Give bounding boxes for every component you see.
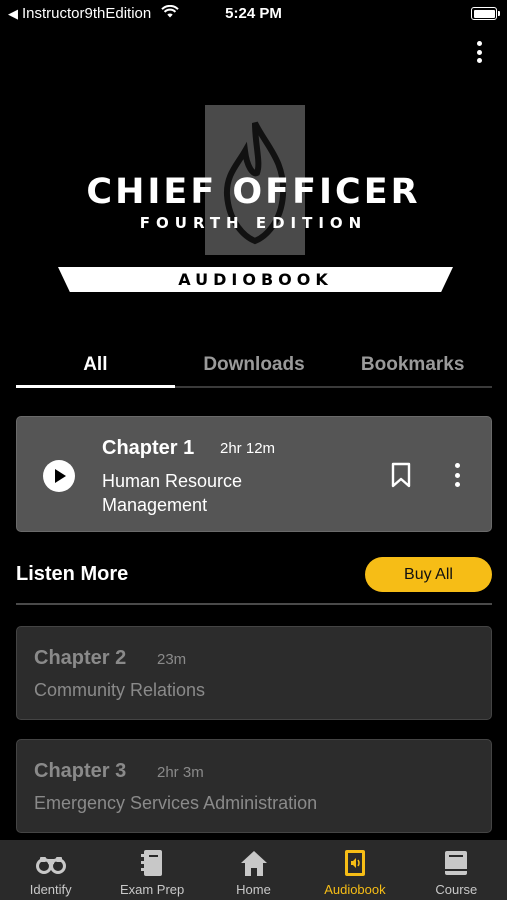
buy-all-button[interactable]: Buy All — [365, 557, 492, 592]
chapter-title: Emergency Services Administration — [34, 793, 318, 813]
chapter-card[interactable]: Chapter 2 23m Community Relations — [16, 626, 492, 720]
nav-label: Home — [236, 882, 271, 897]
bottom-nav: Identify Exam Prep Home Audiobook Course — [0, 840, 507, 900]
nav-label: Identify — [29, 882, 72, 897]
chapter-number: Chapter 3 — [34, 760, 127, 782]
home-icon — [240, 851, 267, 876]
play-button[interactable] — [43, 460, 75, 492]
chapter-card[interactable]: Chapter 3 2hr 3m Emergency Services Admi… — [16, 739, 492, 833]
now-playing-card[interactable]: Chapter 1 2hr 12m Human Resource Managem… — [16, 416, 492, 532]
audiobook-icon — [344, 850, 365, 876]
logo-banner: AUDIOBOOK — [58, 267, 453, 292]
nav-home[interactable]: Home — [203, 840, 304, 900]
nav-label: Exam Prep — [119, 882, 185, 897]
divider — [16, 603, 492, 605]
status-bar: ◀ Instructor9thEdition 5:24 PM — [0, 0, 507, 30]
chapter-options-icon[interactable] — [452, 463, 462, 487]
logo-banner-text: AUDIOBOOK — [178, 270, 333, 289]
tab-bar: All Downloads Bookmarks — [16, 350, 492, 388]
logo-title: CHIEF OFFICER — [86, 172, 421, 212]
notebook-icon — [141, 850, 163, 876]
bookmark-icon[interactable] — [391, 462, 411, 488]
listen-more-heading: Listen More — [16, 563, 129, 585]
tab-all[interactable]: All — [16, 350, 175, 388]
tab-downloads[interactable]: Downloads — [175, 350, 334, 386]
chapter-title: Human Resource Management — [102, 471, 243, 515]
battery-icon — [471, 7, 500, 20]
nav-label: Audiobook — [324, 882, 386, 897]
nav-audiobook[interactable]: Audiobook — [304, 840, 405, 900]
logo-subtitle: FOURTH EDITION — [139, 214, 368, 232]
chapter-number: Chapter 1 — [102, 437, 195, 459]
more-options-icon[interactable] — [469, 40, 489, 64]
chapter-number: Chapter 2 — [34, 647, 127, 669]
nav-course[interactable]: Course — [406, 840, 507, 900]
tab-bookmarks[interactable]: Bookmarks — [333, 350, 492, 386]
chapter-duration: 2hr 12m — [220, 440, 276, 457]
chapter-title: Community Relations — [34, 680, 206, 700]
book-icon — [445, 851, 468, 875]
nav-exam-prep[interactable]: Exam Prep — [101, 840, 202, 900]
chapter-duration: 2hr 3m — [157, 764, 204, 781]
chapter-duration: 23m — [157, 651, 187, 668]
status-time: 5:24 PM — [225, 5, 282, 22]
nav-identify[interactable]: Identify — [0, 840, 101, 900]
audiobook-logo: CHIEF OFFICER FOURTH EDITION AUDIOBOOK — [0, 100, 507, 300]
nav-label: Course — [435, 882, 478, 897]
binoculars-icon — [35, 857, 66, 874]
